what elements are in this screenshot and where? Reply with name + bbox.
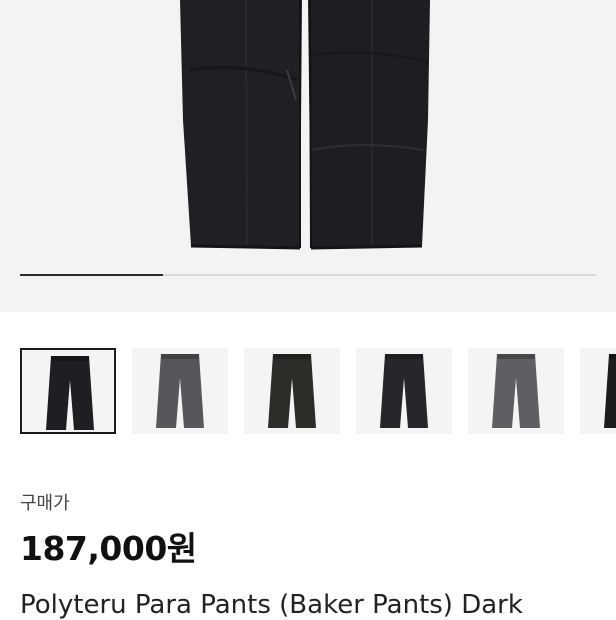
pants-image [180, 0, 430, 250]
price-value: 187,000원 [20, 529, 197, 568]
price-label: 구매가 [20, 493, 70, 514]
gallery-progress-fill [20, 274, 163, 276]
product-thumbnail[interactable] [244, 348, 340, 434]
product-thumbnail[interactable] [468, 348, 564, 434]
gallery-progress-track [20, 274, 596, 276]
pants-thumbnail-icon [604, 354, 616, 428]
thumbnail-strip[interactable] [0, 348, 616, 438]
product-hero-image[interactable] [0, 0, 616, 312]
product-thumbnail[interactable] [132, 348, 228, 434]
product-thumbnail[interactable] [20, 348, 116, 434]
pants-thumbnail-icon [46, 356, 94, 430]
pants-thumbnail-icon [268, 354, 316, 428]
product-thumbnail[interactable] [356, 348, 452, 434]
product-thumbnail[interactable] [580, 348, 616, 434]
pants-thumbnail-icon [492, 354, 540, 428]
pants-thumbnail-icon [380, 354, 428, 428]
pants-thumbnail-icon [156, 354, 204, 428]
